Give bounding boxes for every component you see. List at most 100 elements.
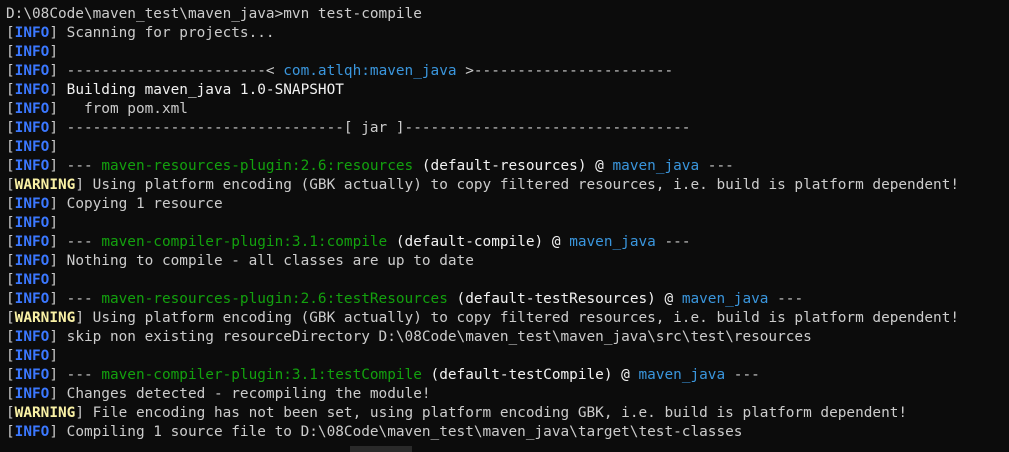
command-text: D:\08Code\maven_test\maven_java>mvn test… xyxy=(6,6,422,22)
info-level-label: INFO xyxy=(14,272,50,288)
log-line: [INFO] --- maven-resources-plugin:2.6:re… xyxy=(6,157,1009,176)
info-level-label: INFO xyxy=(14,158,50,174)
plugin-goal: maven-compiler-plugin:3.1:compile xyxy=(101,234,388,250)
log-line: [INFO] xyxy=(6,138,1009,157)
log-line: [INFO] --------------------------------[… xyxy=(6,119,1009,138)
log-text: ] Changes detected - recompiling the mod… xyxy=(49,386,431,402)
command-line: D:\08Code\maven_test\maven_java>mvn test… xyxy=(6,5,1009,24)
info-level-label: INFO xyxy=(14,44,50,60)
info-level-label: INFO xyxy=(14,101,50,117)
log-text: [ xyxy=(6,120,15,136)
log-text: (default-testCompile) @ xyxy=(421,367,639,383)
log-text: ] xyxy=(49,348,58,364)
log-text: [ xyxy=(6,25,15,41)
log-text: ] --- xyxy=(49,158,102,174)
info-level-label: INFO xyxy=(14,329,50,345)
log-text: [ xyxy=(6,367,15,383)
log-text: ] from pom.xml xyxy=(49,101,188,117)
log-line: [INFO] xyxy=(6,347,1009,366)
plugin-goal: maven-compiler-plugin:3.1:testCompile xyxy=(101,367,422,383)
log-text: ] Copying 1 resource xyxy=(49,196,223,212)
log-text: ] Compiling 1 source file to D:\08Code\m… xyxy=(49,424,743,440)
plugin-goal: maven-resources-plugin:2.6:resources xyxy=(101,158,414,174)
info-level-label: INFO xyxy=(14,139,50,155)
log-text: ] --- xyxy=(49,234,102,250)
info-level-label: INFO xyxy=(14,367,50,383)
log-text: ] File encoding has not been set, using … xyxy=(75,405,908,421)
log-text: [ xyxy=(6,424,15,440)
log-text: [ xyxy=(6,386,15,402)
info-level-label: INFO xyxy=(14,386,50,402)
log-text: [ xyxy=(6,158,15,174)
log-text: ] --------------------------------[ jar … xyxy=(49,120,691,136)
log-text: --- xyxy=(768,291,804,307)
info-level-label: INFO xyxy=(14,253,50,269)
partial-next-line-highlight xyxy=(350,446,412,452)
log-text: [ xyxy=(6,101,15,117)
log-text: --- xyxy=(655,234,691,250)
log-text: [ xyxy=(6,82,15,98)
log-text: ] -----------------------< xyxy=(49,63,284,79)
log-text: [ xyxy=(6,63,15,79)
log-text: ] Using platform encoding (GBK actually)… xyxy=(75,177,960,193)
log-text: [ xyxy=(6,177,15,193)
log-text: (default-testResources) @ xyxy=(447,291,682,307)
log-line: [INFO] xyxy=(6,43,1009,62)
log-text: ] xyxy=(49,272,58,288)
log-text: --- xyxy=(725,367,760,383)
log-line: [WARNING] Using platform encoding (GBK a… xyxy=(6,309,1009,328)
log-text: [ xyxy=(6,329,15,345)
log-text: >----------------------- xyxy=(456,63,674,79)
log-text: [ xyxy=(6,44,15,60)
warning-level-label: WARNING xyxy=(14,177,76,193)
log-text: [ xyxy=(6,310,15,326)
log-text: ] Nothing to compile - all classes are u… xyxy=(49,253,474,269)
log-line: [INFO] --- maven-compiler-plugin:3.1:com… xyxy=(6,233,1009,252)
log-line: [INFO] Compiling 1 source file to D:\08C… xyxy=(6,423,1009,442)
log-line: [INFO] Changes detected - recompiling th… xyxy=(6,385,1009,404)
log-line: [INFO] from pom.xml xyxy=(6,100,1009,119)
log-text: [ xyxy=(6,234,15,250)
info-level-label: INFO xyxy=(14,291,50,307)
log-text: ] --- xyxy=(49,291,102,307)
log-text: [ xyxy=(6,405,15,421)
log-text: [ xyxy=(6,215,15,231)
info-level-label: INFO xyxy=(14,120,50,136)
log-text: --- xyxy=(699,158,734,174)
log-text: ] xyxy=(49,82,67,98)
log-text: [ xyxy=(6,272,15,288)
log-line: [INFO] Nothing to compile - all classes … xyxy=(6,252,1009,271)
log-text: ] Using platform encoding (GBK actually)… xyxy=(75,310,960,326)
log-text: [ xyxy=(6,139,15,155)
artifact-name: maven_java xyxy=(638,367,726,383)
log-text: ] xyxy=(49,215,58,231)
info-level-label: INFO xyxy=(14,424,50,440)
log-line: [WARNING] Using platform encoding (GBK a… xyxy=(6,176,1009,195)
log-line: [INFO] Copying 1 resource xyxy=(6,195,1009,214)
info-level-label: INFO xyxy=(14,234,50,250)
log-text: ] skip non existing resourceDirectory D:… xyxy=(49,329,812,345)
log-line: [INFO] xyxy=(6,214,1009,233)
warning-level-label: WARNING xyxy=(14,405,76,421)
log-line: [INFO] Scanning for projects... xyxy=(6,24,1009,43)
log-text: [ xyxy=(6,196,15,212)
info-level-label: INFO xyxy=(14,348,50,364)
info-level-label: INFO xyxy=(14,25,50,41)
log-text: ] xyxy=(49,44,58,60)
log-line: [INFO] -----------------------< com.atlq… xyxy=(6,62,1009,81)
log-text: ] --- xyxy=(49,367,102,383)
info-level-label: INFO xyxy=(14,196,50,212)
log-line: [INFO] Building maven_java 1.0-SNAPSHOT xyxy=(6,81,1009,100)
log-line: [INFO] skip non existing resourceDirecto… xyxy=(6,328,1009,347)
terminal-output[interactable]: D:\08Code\maven_test\maven_java>mvn test… xyxy=(0,0,1009,452)
log-text: [ xyxy=(6,253,15,269)
log-line: [INFO] xyxy=(6,271,1009,290)
artifact-name: maven_java xyxy=(612,158,700,174)
artifact-name: com.atlqh:maven_java xyxy=(283,63,457,79)
log-line: [INFO] --- maven-compiler-plugin:3.1:tes… xyxy=(6,366,1009,385)
log-text: [ xyxy=(6,291,15,307)
log-text: (default-resources) @ xyxy=(413,158,613,174)
warning-level-label: WARNING xyxy=(14,310,76,326)
plugin-goal: maven-resources-plugin:2.6:testResources xyxy=(101,291,448,307)
info-level-label: INFO xyxy=(14,82,50,98)
